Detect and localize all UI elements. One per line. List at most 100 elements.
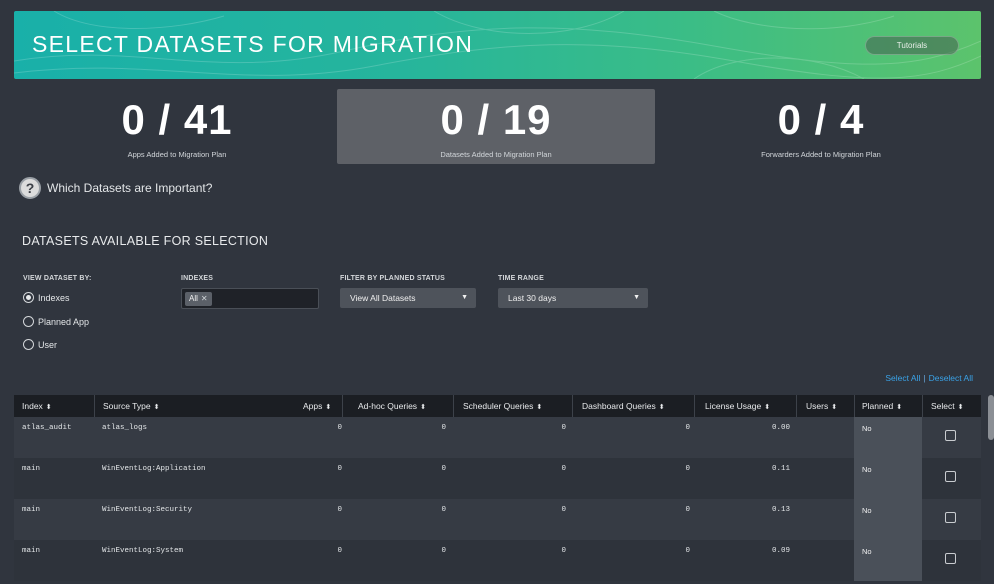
table-row: atlas_audit atlas_logs 0 0 0 0 0.00 No bbox=[14, 417, 981, 458]
planned-status-label: FILTER BY PLANNED STATUS bbox=[340, 275, 446, 282]
caret-down-icon: ▼ bbox=[633, 294, 640, 301]
column-header-scheduler-queries[interactable]: Scheduler Queries ⬍ bbox=[453, 395, 542, 417]
index-token[interactable]: All ✕ bbox=[185, 292, 212, 306]
caret-down-icon: ▼ bbox=[461, 294, 468, 301]
planned-status-value: View All Datasets bbox=[350, 293, 416, 303]
planned-value: No bbox=[862, 506, 872, 515]
sort-icon[interactable]: ⬍ bbox=[536, 404, 542, 411]
cell-license: 0.00 bbox=[771, 424, 790, 432]
sort-icon[interactable]: ⬍ bbox=[831, 404, 837, 411]
cell-apps: 0 bbox=[337, 424, 342, 432]
cell-scheduler: 0 bbox=[561, 424, 566, 432]
header-banner: SELECT DATASETS FOR MIGRATION Tutorials bbox=[14, 11, 981, 79]
column-header-dashboard-queries[interactable]: Dashboard Queries ⬍ bbox=[572, 395, 665, 417]
view-by-label: VIEW DATASET BY: bbox=[23, 275, 92, 282]
cell-adhoc: 0 bbox=[441, 547, 446, 555]
sort-icon[interactable]: ⬍ bbox=[325, 404, 331, 411]
forwarders-stat: 0 / 4 Forwarders Added to Migration Plan bbox=[662, 89, 980, 164]
cell-source-type: WinEventLog:Security bbox=[102, 506, 193, 514]
column-header-source-type[interactable]: Source Type ⬍ bbox=[94, 395, 159, 417]
cell-scheduler: 0 bbox=[561, 465, 566, 473]
row-select-checkbox[interactable] bbox=[945, 471, 956, 482]
column-header-select[interactable]: Select ⬍ bbox=[922, 395, 964, 417]
radio-user[interactable]: User bbox=[23, 339, 57, 350]
apps-stat-value: 0 / 41 bbox=[121, 96, 233, 143]
time-range-value: Last 30 days bbox=[508, 293, 557, 303]
indexes-multiselect[interactable]: All ✕ bbox=[181, 288, 319, 309]
forwarders-stat-value: 0 / 4 bbox=[777, 96, 865, 143]
apps-stat: 0 / 41 Apps Added to Migration Plan bbox=[18, 89, 336, 164]
row-select-checkbox[interactable] bbox=[945, 512, 956, 523]
radio-planned-app[interactable]: Planned App bbox=[23, 316, 89, 327]
table-row: main WinEventLog:Application 0 0 0 0 0.1… bbox=[14, 458, 981, 499]
column-header-planned[interactable]: Planned ⬍ bbox=[854, 395, 902, 417]
radio-button[interactable] bbox=[23, 339, 34, 350]
select-all-link[interactable]: Select All bbox=[885, 373, 920, 383]
datasets-stat: 0 / 19 Datasets Added to Migration Plan bbox=[337, 89, 655, 164]
important-datasets-help[interactable]: ? Which Datasets are Important? bbox=[19, 177, 212, 199]
cell-index: main bbox=[22, 506, 41, 514]
sort-icon[interactable]: ⬍ bbox=[154, 404, 160, 411]
datasets-table: Index ⬍ Source Type ⬍ Apps ⬍ Ad-hoc Queries… bbox=[14, 395, 981, 581]
radio-button[interactable] bbox=[23, 316, 34, 327]
sort-icon[interactable]: ⬍ bbox=[46, 404, 52, 411]
cell-index: atlas_audit bbox=[22, 424, 72, 432]
section-title: DATASETS AVAILABLE FOR SELECTION bbox=[22, 234, 269, 248]
column-header-users[interactable]: Users ⬍ bbox=[796, 395, 837, 417]
table-row: main WinEventLog:System 0 0 0 0 0.09 No bbox=[14, 540, 981, 581]
link-separator: | bbox=[923, 373, 926, 383]
page: SELECT DATASETS FOR MIGRATION Tutorials … bbox=[0, 0, 994, 584]
selection-links: Select All | Deselect All bbox=[885, 373, 973, 383]
question-circle-icon[interactable]: ? bbox=[19, 177, 41, 199]
cell-apps: 0 bbox=[337, 547, 342, 555]
help-link-text[interactable]: Which Datasets are Important? bbox=[47, 181, 212, 195]
remove-token-icon[interactable]: ✕ bbox=[201, 294, 208, 303]
forwarders-stat-label: Forwarders Added to Migration Plan bbox=[761, 150, 881, 159]
cell-planned: No bbox=[854, 417, 922, 458]
cell-planned: No bbox=[854, 499, 922, 540]
planned-status-dropdown[interactable]: View All Datasets ▼ bbox=[340, 288, 476, 308]
radio-indexes[interactable]: Indexes bbox=[23, 292, 70, 303]
cell-source-type: atlas_logs bbox=[102, 424, 148, 432]
sort-icon[interactable]: ⬍ bbox=[896, 404, 902, 411]
table-row: main WinEventLog:Security 0 0 0 0 0.13 N… bbox=[14, 499, 981, 540]
radio-label: Indexes bbox=[38, 292, 70, 303]
deselect-all-link[interactable]: Deselect All bbox=[929, 373, 973, 383]
radio-label: Planned App bbox=[38, 316, 90, 327]
radio-button[interactable] bbox=[23, 292, 34, 303]
cell-adhoc: 0 bbox=[441, 424, 446, 432]
time-range-dropdown[interactable]: Last 30 days ▼ bbox=[498, 288, 648, 308]
cell-apps: 0 bbox=[337, 465, 342, 473]
sort-icon[interactable]: ⬍ bbox=[764, 404, 770, 411]
column-header-index[interactable]: Index ⬍ bbox=[22, 395, 52, 417]
cell-source-type: WinEventLog:Application bbox=[102, 465, 206, 473]
cell-adhoc: 0 bbox=[441, 465, 446, 473]
cell-planned: No bbox=[854, 540, 922, 581]
cell-planned: No bbox=[854, 458, 922, 499]
cell-index: main bbox=[22, 465, 41, 473]
cell-index: main bbox=[22, 547, 41, 555]
cell-dashboard: 0 bbox=[685, 506, 690, 514]
row-select-checkbox[interactable] bbox=[945, 553, 956, 564]
apps-stat-label: Apps Added to Migration Plan bbox=[127, 150, 227, 159]
sort-icon[interactable]: ⬍ bbox=[420, 404, 426, 411]
column-header-apps[interactable]: Apps ⬍ bbox=[303, 395, 331, 417]
column-header-license-usage[interactable]: License Usage ⬍ bbox=[694, 395, 770, 417]
tutorials-button[interactable]: Tutorials bbox=[865, 36, 959, 55]
cell-dashboard: 0 bbox=[685, 547, 690, 555]
table-header: Index ⬍ Source Type ⬍ Apps ⬍ Ad-hoc Queries… bbox=[14, 395, 981, 417]
row-select-checkbox[interactable] bbox=[945, 430, 956, 441]
planned-value: No bbox=[862, 424, 872, 433]
sort-icon[interactable]: ⬍ bbox=[659, 404, 665, 411]
cell-scheduler: 0 bbox=[561, 547, 566, 555]
column-header-adhoc-queries[interactable]: Ad-hoc Queries ⬍ bbox=[342, 395, 426, 417]
index-token-label: All bbox=[189, 294, 198, 303]
sort-icon[interactable]: ⬍ bbox=[958, 404, 964, 411]
vertical-scrollbar[interactable] bbox=[988, 395, 994, 440]
indexes-label: INDEXES bbox=[181, 275, 214, 282]
datasets-stat-label: Datasets Added to Migration Plan bbox=[440, 150, 552, 159]
cell-scheduler: 0 bbox=[561, 506, 566, 514]
time-range-label: TIME RANGE bbox=[498, 275, 544, 282]
cell-apps: 0 bbox=[337, 506, 342, 514]
cell-adhoc: 0 bbox=[441, 506, 446, 514]
